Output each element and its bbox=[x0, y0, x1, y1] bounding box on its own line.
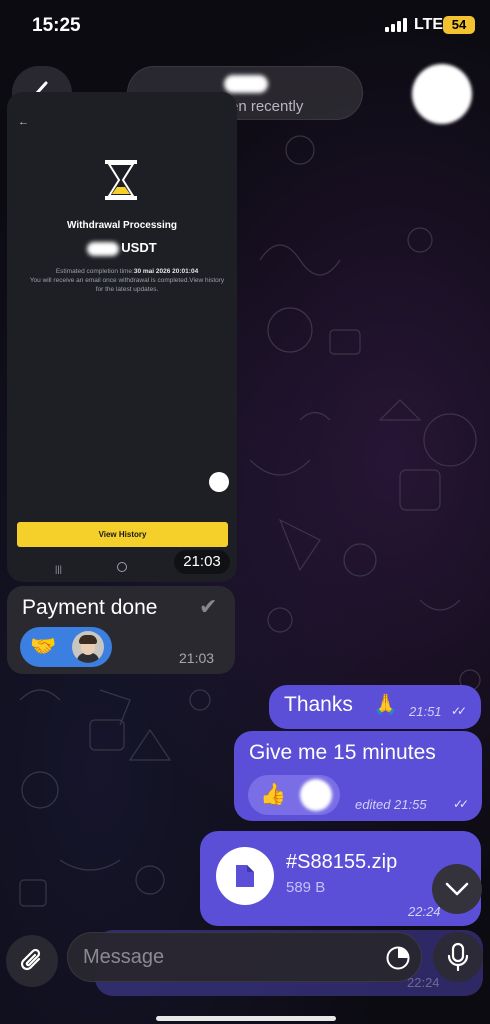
attach-button[interactable] bbox=[6, 935, 58, 987]
view-history-button: View History bbox=[17, 522, 228, 547]
message-text: Give me 15 minutes bbox=[249, 741, 436, 764]
message-input[interactable] bbox=[83, 933, 363, 981]
image-message[interactable]: ← Withdrawal Processing USDT Estimated c… bbox=[7, 92, 237, 582]
reactor-avatar bbox=[72, 631, 104, 663]
message-time: 21:03 bbox=[179, 650, 215, 666]
hourglass-icon bbox=[105, 160, 137, 200]
sticker-icon[interactable] bbox=[385, 945, 411, 971]
contact-avatar[interactable] bbox=[412, 64, 472, 124]
withdrawal-title: Withdrawal Processing bbox=[67, 220, 177, 231]
message-time: 21:51 bbox=[409, 704, 442, 719]
chevron-down-icon bbox=[445, 882, 469, 896]
recents-icon: ||| bbox=[55, 564, 63, 574]
message-time: edited 21:55 bbox=[355, 797, 427, 812]
handshake-icon: 🤝 bbox=[30, 635, 57, 658]
back-arrow-icon: ← bbox=[18, 116, 29, 128]
contact-name-redacted bbox=[224, 75, 268, 93]
amount-redacted bbox=[87, 241, 120, 256]
battery-badge: 54 bbox=[443, 16, 475, 34]
file-icon[interactable] bbox=[216, 847, 274, 905]
message-text: Thanks bbox=[284, 693, 353, 716]
file-name: #S88155.zip bbox=[286, 851, 398, 873]
currency-label: USDT bbox=[121, 240, 157, 255]
message-text: Payment done bbox=[22, 596, 158, 619]
home-indicator bbox=[156, 1016, 336, 1021]
scroll-down-button[interactable] bbox=[432, 864, 482, 914]
support-icon bbox=[209, 472, 229, 492]
thumbs-up-icon: 👍 bbox=[260, 783, 287, 806]
home-icon bbox=[117, 562, 127, 572]
withdrawal-amount: USDT bbox=[7, 240, 237, 256]
folded-hands-icon: 🙏 bbox=[373, 694, 398, 716]
reaction-pill[interactable]: 👍 bbox=[248, 775, 340, 815]
signal-icon bbox=[385, 18, 409, 32]
outgoing-message[interactable]: Thanks 🙏 21:51 ✓✓ bbox=[269, 685, 481, 729]
status-time: 15:25 bbox=[32, 15, 81, 36]
partial-message-time: 22:24 bbox=[407, 975, 440, 990]
file-size: 589 B bbox=[286, 879, 326, 896]
double-check-icon: ✓✓ bbox=[453, 797, 469, 811]
microphone-button[interactable] bbox=[433, 932, 483, 982]
outgoing-message[interactable]: Give me 15 minutes 👍 edited 21:55 ✓✓ bbox=[234, 731, 482, 821]
network-label: LTE bbox=[414, 16, 444, 33]
check-mark-icon: ✔ bbox=[199, 594, 218, 619]
estimated-completion: Estimated completion time:30 mai 2026 20… bbox=[29, 268, 225, 293]
paperclip-icon bbox=[20, 948, 41, 971]
message-time: 22:24 bbox=[408, 904, 441, 919]
reactor-avatar-redacted bbox=[300, 779, 332, 811]
double-check-icon: ✓✓ bbox=[451, 704, 467, 718]
reaction-pill[interactable]: 🤝 bbox=[20, 627, 112, 667]
incoming-message[interactable]: Payment done ✔ 🤝 21:03 bbox=[7, 586, 235, 674]
message-input-container[interactable] bbox=[67, 932, 422, 982]
microphone-icon bbox=[447, 942, 469, 972]
message-time: 21:03 bbox=[174, 550, 230, 574]
status-bar: 15:25 LTE 54 bbox=[0, 0, 490, 50]
